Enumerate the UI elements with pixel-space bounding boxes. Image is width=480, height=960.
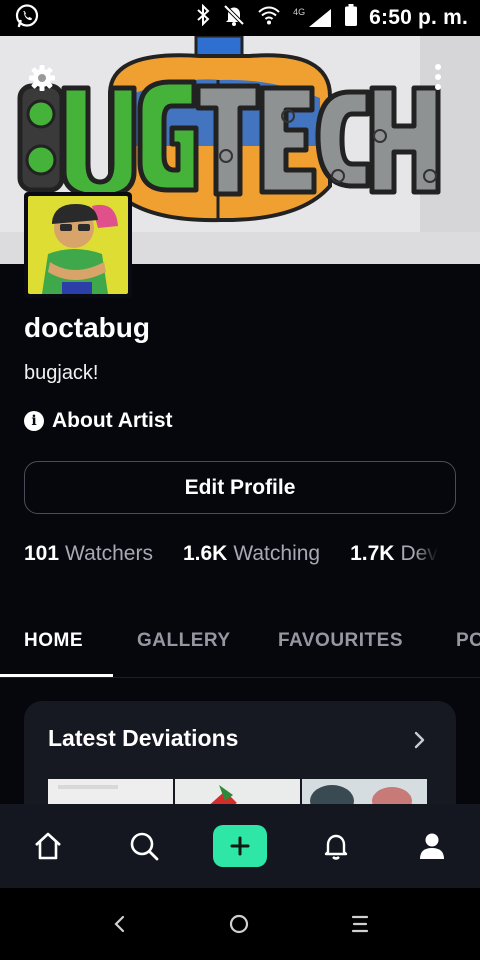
status-bar: 4G 6:50 p. m.: [0, 0, 480, 36]
gear-icon[interactable]: [26, 62, 58, 94]
recents-icon[interactable]: [344, 908, 376, 940]
battery-icon: [345, 4, 358, 32]
stat-watchers-label: Watchers: [65, 542, 153, 565]
info-icon: i: [24, 411, 44, 431]
add-icon[interactable]: [213, 825, 267, 867]
profile-stats: 101 Watchers 1.6K Watching 1.7K Dev: [24, 538, 480, 570]
more-vertical-icon[interactable]: [426, 62, 450, 94]
avatar[interactable]: [24, 192, 132, 298]
stat-watching-value: 1.6K: [182, 542, 228, 565]
stat-deviations[interactable]: 1.7K Dev: [350, 542, 438, 566]
tab-posts[interactable]: PO: [456, 630, 480, 652]
profile-tagline: bugjack!: [24, 362, 99, 384]
search-icon[interactable]: [124, 826, 164, 866]
avatar-image: [28, 196, 128, 294]
profile-tabs: HOME GALLERY FAVOURITES PO: [0, 620, 480, 678]
bottom-navigation: [0, 804, 480, 888]
whatsapp-icon: [14, 3, 40, 34]
stat-watchers-value: 101: [24, 542, 60, 565]
back-icon[interactable]: [104, 908, 136, 940]
network-type-label: 4G: [293, 7, 306, 17]
stat-deviations-label: Dev: [400, 542, 438, 565]
stat-watching-label: Watching: [233, 542, 321, 565]
about-artist-link[interactable]: i About Artist: [24, 406, 173, 436]
tab-gallery[interactable]: GALLERY: [137, 630, 231, 652]
system-navigation: [0, 888, 480, 960]
edit-profile-button[interactable]: Edit Profile: [24, 461, 456, 514]
chevron-right-icon[interactable]: [410, 728, 430, 752]
home-icon[interactable]: [28, 826, 68, 866]
tabs-divider: [0, 677, 480, 678]
tab-favourites[interactable]: FAVOURITES: [278, 630, 403, 652]
stat-watchers[interactable]: 101 Watchers: [24, 542, 153, 566]
stat-deviations-value: 1.7K: [350, 542, 395, 565]
bell-icon[interactable]: [316, 826, 356, 866]
notifications-off-icon: [223, 4, 245, 32]
about-artist-label: About Artist: [52, 409, 173, 432]
stat-watching[interactable]: 1.6K Watching: [183, 542, 320, 566]
clock: 6:50 p. m.: [369, 6, 468, 29]
wifi-icon: [257, 4, 281, 32]
profile-icon[interactable]: [412, 826, 452, 866]
signal-icon: 4G: [293, 7, 333, 29]
card-title: Latest Deviations: [48, 725, 239, 751]
tab-home[interactable]: HOME: [24, 630, 83, 652]
bluetooth-icon: [195, 3, 211, 32]
home-circle-icon[interactable]: [223, 908, 255, 940]
username: doctabug: [24, 312, 150, 343]
